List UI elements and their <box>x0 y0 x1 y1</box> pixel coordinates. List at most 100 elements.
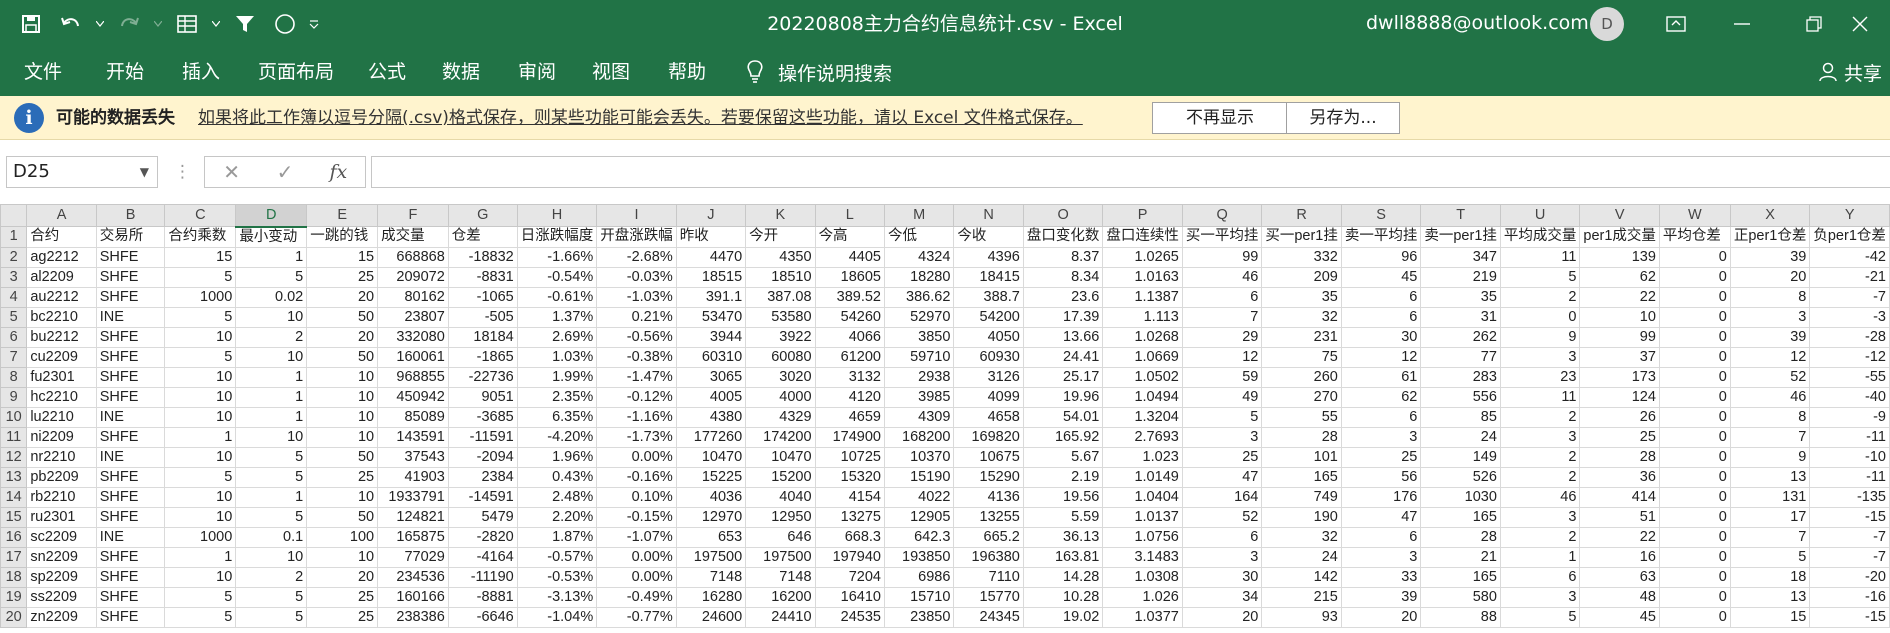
cell-q14[interactable]: 164 <box>1181 487 1263 509</box>
cell-x14[interactable]: 131 <box>1729 487 1811 509</box>
row-header[interactable]: 16 <box>0 527 28 549</box>
cell-f12[interactable]: 37543 <box>377 446 449 469</box>
cell-k19[interactable]: 16200 <box>745 587 816 609</box>
cell-f15[interactable]: 124821 <box>377 507 449 529</box>
cell-n2[interactable]: 4396 <box>953 246 1024 268</box>
share-button[interactable]: 共享 <box>1818 48 1882 96</box>
row-header[interactable]: 15 <box>0 507 28 529</box>
cell-c5[interactable]: 5 <box>164 306 237 328</box>
cell-h11[interactable]: -4.20% <box>516 426 598 448</box>
cell-s13[interactable]: 56 <box>1340 467 1422 489</box>
cell-o1[interactable]: 盘口变化数 <box>1022 226 1104 248</box>
cell-e18[interactable]: 20 <box>306 567 379 589</box>
cell-d3[interactable]: 5 <box>235 266 308 288</box>
cell-o13[interactable]: 2.19 <box>1022 467 1104 489</box>
cell-s18[interactable]: 33 <box>1340 567 1422 589</box>
cell-a5[interactable]: bc2210 <box>26 306 97 328</box>
cell-m5[interactable]: 52970 <box>883 306 955 328</box>
cell-n12[interactable]: 10675 <box>953 446 1024 469</box>
cell-v19[interactable]: 48 <box>1579 587 1660 609</box>
tab-help[interactable]: 帮助 <box>668 48 706 96</box>
row-header[interactable]: 18 <box>0 567 28 589</box>
cell-m1[interactable]: 今低 <box>883 226 955 248</box>
cell-w17[interactable]: 0 <box>1658 547 1731 569</box>
cell-j9[interactable]: 4005 <box>675 386 747 408</box>
cell-n15[interactable]: 13255 <box>953 507 1024 529</box>
cell-a9[interactable]: hc2210 <box>26 386 97 408</box>
cell-y20[interactable]: -15 <box>1809 607 1890 629</box>
cell-b10[interactable]: INE <box>95 406 166 428</box>
cell-r5[interactable]: 32 <box>1261 306 1342 328</box>
cell-d7[interactable]: 10 <box>235 346 308 368</box>
cell-d2[interactable]: 1 <box>235 246 308 268</box>
cell-k4[interactable]: 387.08 <box>745 286 816 308</box>
cell-o4[interactable]: 23.6 <box>1022 286 1104 308</box>
cell-i6[interactable]: -0.56% <box>596 326 677 348</box>
cell-g14[interactable]: -14591 <box>447 487 518 509</box>
cell-v5[interactable]: 10 <box>1579 306 1660 328</box>
cell-f8[interactable]: 968855 <box>377 366 449 388</box>
cell-w4[interactable]: 0 <box>1658 286 1731 308</box>
cell-d5[interactable]: 10 <box>235 306 308 328</box>
row-header[interactable]: 13 <box>0 467 28 489</box>
cell-m6[interactable]: 3850 <box>883 326 955 348</box>
cell-e2[interactable]: 15 <box>306 246 379 268</box>
cell-y7[interactable]: -12 <box>1809 346 1890 368</box>
cell-k12[interactable]: 10470 <box>745 446 816 469</box>
cell-a10[interactable]: lu2210 <box>26 406 97 428</box>
cell-g8[interactable]: -22736 <box>447 366 518 388</box>
cell-v18[interactable]: 63 <box>1579 567 1660 589</box>
cell-m7[interactable]: 59710 <box>883 346 955 368</box>
column-header-o[interactable]: O <box>1022 204 1104 227</box>
tab-formulas[interactable]: 公式 <box>368 48 406 96</box>
cell-a19[interactable]: ss2209 <box>26 587 97 609</box>
cell-t2[interactable]: 347 <box>1420 246 1501 268</box>
cell-t8[interactable]: 283 <box>1420 366 1501 388</box>
cell-a15[interactable]: ru2301 <box>26 507 97 529</box>
cell-y1[interactable]: 负per1仓差 <box>1809 226 1890 248</box>
cell-y14[interactable]: -135 <box>1809 487 1890 509</box>
cell-h2[interactable]: -1.66% <box>516 246 598 268</box>
cell-l16[interactable]: 668.3 <box>814 527 885 549</box>
cell-i18[interactable]: 0.00% <box>596 567 677 589</box>
tab-home[interactable]: 开始 <box>106 48 144 96</box>
cell-u10[interactable]: 2 <box>1499 406 1581 428</box>
cell-a16[interactable]: sc2209 <box>26 527 97 549</box>
cell-w2[interactable]: 0 <box>1658 246 1731 268</box>
cell-v7[interactable]: 37 <box>1579 346 1660 368</box>
cell-k3[interactable]: 18510 <box>745 266 816 288</box>
cell-d1[interactable]: 最小变动 <box>235 226 308 248</box>
cell-y9[interactable]: -40 <box>1809 386 1890 408</box>
cell-p1[interactable]: 盘口连续性 <box>1102 226 1183 248</box>
cell-b19[interactable]: SHFE <box>95 587 166 609</box>
cell-x5[interactable]: 3 <box>1729 306 1811 328</box>
row-header[interactable]: 8 <box>0 366 28 388</box>
cell-x6[interactable]: 39 <box>1729 326 1811 348</box>
cell-a2[interactable]: ag2212 <box>26 246 97 268</box>
cell-t10[interactable]: 85 <box>1420 406 1501 428</box>
cell-t13[interactable]: 526 <box>1420 467 1501 489</box>
cell-p18[interactable]: 1.0308 <box>1102 567 1183 589</box>
cell-f3[interactable]: 209072 <box>377 266 449 288</box>
cell-u17[interactable]: 1 <box>1499 547 1581 569</box>
cell-s1[interactable]: 卖一平均挂 <box>1340 226 1422 248</box>
dont-show-again-button[interactable]: 不再显示 <box>1152 102 1288 134</box>
cell-d12[interactable]: 5 <box>235 446 308 469</box>
cell-o18[interactable]: 14.28 <box>1022 567 1104 589</box>
cell-p12[interactable]: 1.023 <box>1102 446 1183 469</box>
cell-h1[interactable]: 日涨跌幅度 <box>516 226 598 248</box>
column-header-s[interactable]: S <box>1340 204 1422 227</box>
cell-c16[interactable]: 1000 <box>164 527 237 549</box>
row-header[interactable]: 11 <box>0 426 28 448</box>
cell-r13[interactable]: 165 <box>1261 467 1342 489</box>
message-link[interactable]: 如果将此工作簿以逗号分隔(.csv)格式保存，则某些功能可能会丢失。若要保留这些… <box>198 96 1083 140</box>
cell-k1[interactable]: 今开 <box>745 226 816 248</box>
cell-i19[interactable]: -0.49% <box>596 587 677 609</box>
cell-b5[interactable]: INE <box>95 306 166 328</box>
cell-m16[interactable]: 642.3 <box>883 527 955 549</box>
circle-shape-icon[interactable] <box>268 7 302 41</box>
cell-e19[interactable]: 25 <box>306 587 379 609</box>
cell-p14[interactable]: 1.0404 <box>1102 487 1183 509</box>
cell-y13[interactable]: -11 <box>1809 467 1890 489</box>
cell-x8[interactable]: 52 <box>1729 366 1811 388</box>
